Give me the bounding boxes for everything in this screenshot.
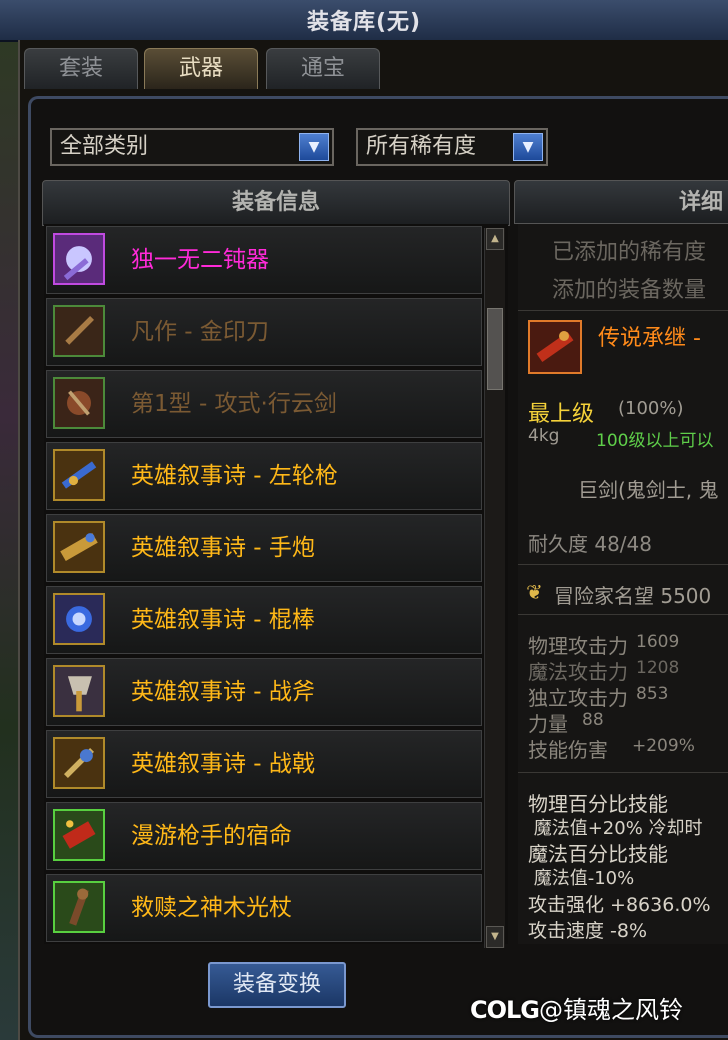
skill-line: 物理百分比技能 bbox=[528, 792, 668, 816]
dropdown-arrow-icon[interactable]: ▼ bbox=[513, 133, 543, 161]
stat-label: 技能伤害 bbox=[528, 738, 608, 762]
weight: 4kg bbox=[528, 426, 560, 446]
list-item[interactable]: 救赎之神木光杖 bbox=[46, 874, 482, 942]
skill-line: 攻击强化 +8636.0% bbox=[528, 894, 711, 916]
stat-value: 1609 bbox=[636, 632, 680, 652]
window-title: 装备库(无) bbox=[306, 10, 422, 35]
dropdown-arrow-icon[interactable]: ▼ bbox=[299, 133, 329, 161]
rarity-select-value: 所有稀有度 bbox=[366, 134, 477, 159]
stat-label: 魔法攻击力 bbox=[528, 660, 628, 684]
wooden-staff-icon bbox=[53, 881, 105, 933]
list-item[interactable]: 英雄叙事诗 - 战斧 bbox=[46, 658, 482, 726]
list-item[interactable]: 凡作 - 金印刀 bbox=[46, 298, 482, 366]
item-name: 英雄叙事诗 - 战斧 bbox=[131, 679, 315, 705]
detail-panel: 已添加的稀有度 添加的装备数量 传说承继 - 最上级 (100%) 4kg 10… bbox=[518, 224, 728, 944]
detail-header: 详细 bbox=[514, 180, 728, 224]
watermark: COLG@镇魂之风铃 bbox=[470, 990, 683, 1025]
grade-percent: (100%) bbox=[618, 398, 684, 419]
watermark-brand: COLG bbox=[470, 996, 540, 1024]
blade-icon bbox=[53, 305, 105, 357]
list-item[interactable]: 英雄叙事诗 - 手炮 bbox=[46, 514, 482, 582]
divider bbox=[518, 772, 728, 773]
list-item[interactable]: 英雄叙事诗 - 棍棒 bbox=[46, 586, 482, 654]
item-name: 漫游枪手的宿命 bbox=[131, 823, 292, 849]
skill-line: 攻击速度 -8% bbox=[528, 920, 648, 942]
item-name: 第1型 - 攻式·行云剑 bbox=[131, 391, 337, 417]
item-name: 英雄叙事诗 - 左轮枪 bbox=[131, 463, 338, 489]
category-select[interactable]: 全部类别 ▼ bbox=[50, 128, 334, 166]
list-item[interactable]: 漫游枪手的宿命 bbox=[46, 802, 482, 870]
stat-value: +209% bbox=[632, 736, 695, 756]
grade-label: 最上级 bbox=[528, 402, 595, 427]
tab-treasure[interactable]: 通宝 bbox=[266, 48, 380, 89]
equipment-swap-button[interactable]: 装备变换 bbox=[208, 962, 346, 1008]
item-name: 救赎之神木光杖 bbox=[131, 895, 292, 921]
detail-item-name: 传说承继 - bbox=[598, 326, 701, 351]
added-count-label: 添加的装备数量 bbox=[552, 278, 707, 303]
battle-axe-icon bbox=[53, 665, 105, 717]
revolver-icon bbox=[53, 449, 105, 501]
category-select-value: 全部类别 bbox=[60, 134, 149, 159]
list-item[interactable]: 英雄叙事诗 - 左轮枪 bbox=[46, 442, 482, 510]
club-icon bbox=[53, 593, 105, 645]
adventurer-fame: 冒险家名望 5500 bbox=[554, 584, 712, 608]
list-item[interactable]: 英雄叙事诗 - 战戟 bbox=[46, 730, 482, 798]
skill-line: 魔法值-10% bbox=[528, 868, 635, 889]
divider bbox=[518, 614, 728, 615]
item-name: 英雄叙事诗 - 棍棒 bbox=[131, 607, 315, 633]
tab-weapon[interactable]: 武器 bbox=[144, 48, 258, 89]
divider bbox=[518, 310, 728, 311]
rarity-select[interactable]: 所有稀有度 ▼ bbox=[356, 128, 548, 166]
skill-line: 魔法百分比技能 bbox=[528, 842, 668, 866]
stat-value: 88 bbox=[582, 710, 604, 730]
scroll-thumb[interactable] bbox=[487, 308, 503, 390]
halberd-icon bbox=[53, 737, 105, 789]
window-title-bar[interactable]: 装备库(无) bbox=[0, 0, 728, 42]
level-requirement: 100级以上可以 bbox=[596, 431, 714, 451]
stat-label: 物理攻击力 bbox=[528, 634, 628, 658]
fame-icon: ❦ bbox=[526, 580, 543, 604]
stat-value: 1208 bbox=[636, 658, 680, 678]
blunt-weapon-icon bbox=[53, 233, 105, 285]
stat-label: 独立攻击力 bbox=[528, 686, 628, 710]
sword-icon bbox=[53, 377, 105, 429]
divider bbox=[518, 564, 728, 565]
item-name: 英雄叙事诗 - 战戟 bbox=[131, 751, 315, 777]
watermark-user: @镇魂之风铃 bbox=[539, 996, 684, 1024]
legendary-weapon-icon bbox=[528, 320, 582, 374]
hand-cannon-icon bbox=[53, 521, 105, 573]
added-rarity-label: 已添加的稀有度 bbox=[552, 240, 707, 265]
item-name: 凡作 - 金印刀 bbox=[131, 319, 269, 345]
list-item[interactable]: 第1型 - 攻式·行云剑 bbox=[46, 370, 482, 438]
stat-label: 力量 bbox=[528, 712, 568, 736]
durability: 耐久度 48/48 bbox=[528, 532, 652, 556]
stat-value: 853 bbox=[636, 684, 669, 704]
item-name: 独一无二钝器 bbox=[131, 247, 269, 273]
scroll-up-icon[interactable]: ▲ bbox=[486, 228, 504, 250]
skill-line: 魔法值+20% 冷却时 bbox=[528, 818, 703, 839]
class-requirement: 巨剑(鬼剑士, 鬼 bbox=[578, 478, 719, 502]
gunner-fate-icon bbox=[53, 809, 105, 861]
list-header: 装备信息 bbox=[42, 180, 510, 226]
item-name: 英雄叙事诗 - 手炮 bbox=[131, 535, 315, 561]
list-item[interactable]: 独一无二钝器 bbox=[46, 226, 482, 294]
tab-set[interactable]: 套装 bbox=[24, 48, 138, 89]
scroll-down-icon[interactable]: ▼ bbox=[486, 926, 504, 948]
